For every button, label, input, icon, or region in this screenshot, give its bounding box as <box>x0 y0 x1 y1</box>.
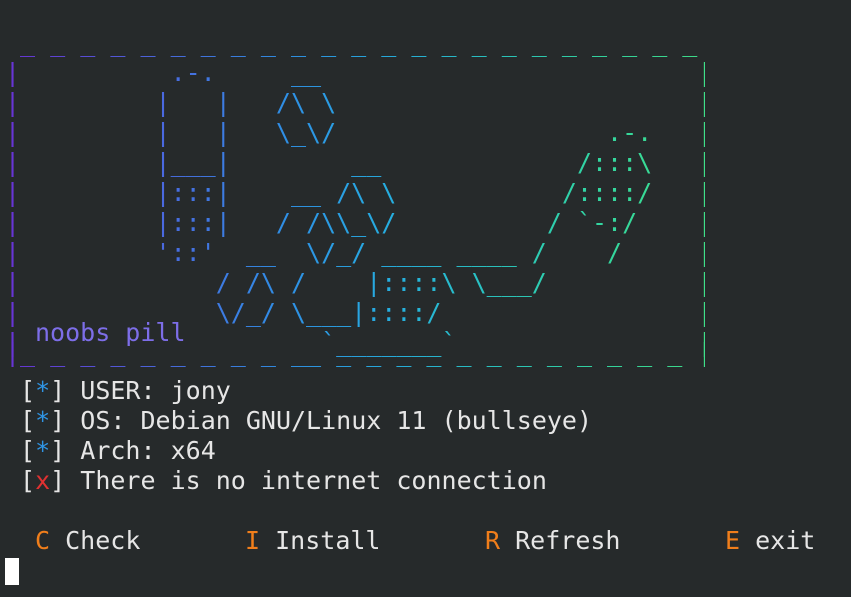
status-marker: * <box>35 376 51 405</box>
menu-key: I <box>245 526 261 555</box>
menu-label: Refresh <box>515 526 621 555</box>
info-line-user: [*] USER: jony <box>5 376 231 405</box>
menu-key: C <box>35 526 51 555</box>
banner-line: | |:::| / /\\_\/ / `-:/ | <box>5 208 713 237</box>
info-text: There is no internet connection <box>80 466 547 495</box>
banner-line: | |:::| __ /\ \ /::::/ | <box>5 178 713 207</box>
status-marker: * <box>35 406 51 435</box>
banner-line: | / /\ / |::::\ \___/ | <box>5 268 713 297</box>
banner-label: noobs pill <box>35 318 186 347</box>
terminal-cursor <box>5 558 19 585</box>
menu-item-check[interactable]: C Check <box>35 526 140 556</box>
banner-line: | | | \_\/ .-. | <box>5 118 713 147</box>
info-line-arch: [*] Arch: x64 <box>5 436 216 465</box>
menu-key: E <box>725 526 741 555</box>
info-text: Arch: x64 <box>80 436 216 465</box>
menu-item-refresh[interactable]: R Refresh <box>485 526 620 556</box>
menu-label: Install <box>275 526 381 555</box>
banner-line: | .-. __ | <box>5 58 713 87</box>
info-text: OS: Debian GNU/Linux 11 (bullseye) <box>80 406 593 435</box>
terminal-window[interactable]: _ _ _ _ _ _ _ _ _ _ _ _ _ _ _ _ _ _ _ _ … <box>0 0 851 597</box>
menu-key: R <box>485 526 501 555</box>
status-marker: x <box>35 466 51 495</box>
info-line-connection: [x] There is no internet connection <box>5 466 547 495</box>
ascii-banner: _ _ _ _ _ _ _ _ _ _ _ _ _ _ _ _ _ _ _ _ … <box>0 28 720 367</box>
banner-line: | |___| __ /:::\ | <box>5 148 713 177</box>
menu-item-exit[interactable]: E exit <box>725 526 815 556</box>
info-text: USER: jony <box>80 376 231 405</box>
banner-line: | | | /\ \ | <box>5 88 713 117</box>
info-line-os: [*] OS: Debian GNU/Linux 11 (bullseye) <box>5 406 593 435</box>
status-marker: * <box>35 436 51 465</box>
banner-line: _ _ _ _ _ _ _ _ _ _ _ _ _ _ _ _ _ _ _ _ … <box>5 28 713 57</box>
menu-label: exit <box>755 526 816 555</box>
menu-item-install[interactable]: I Install <box>245 526 380 556</box>
menu-label: Check <box>65 526 141 555</box>
banner-line: | '::' __ \/_/ ____ ____ / / | <box>5 238 713 267</box>
